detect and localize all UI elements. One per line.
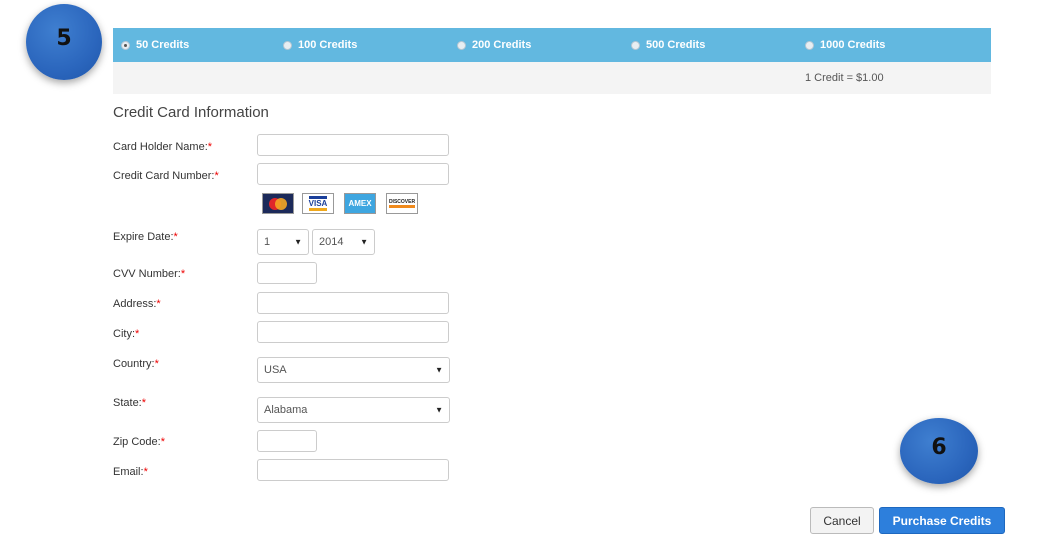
radio-500-credits[interactable] xyxy=(631,40,640,50)
chevron-down-icon: ▼ xyxy=(435,365,443,375)
card-holder-label: Card Holder Name:* xyxy=(113,141,212,153)
city-label-text: City: xyxy=(113,328,135,340)
card-number-label: Credit Card Number:* xyxy=(113,170,219,182)
state-label: State:* xyxy=(113,397,146,409)
expire-date-label: Expire Date:* xyxy=(113,231,178,243)
card-holder-label-text: Card Holder Name: xyxy=(113,141,208,153)
expire-date-label-text: Expire Date: xyxy=(113,231,174,243)
discover-text: DISCOVER xyxy=(388,199,416,208)
radio-100-credits[interactable] xyxy=(283,40,292,50)
address-input[interactable] xyxy=(257,292,449,314)
required-mark: * xyxy=(135,328,140,340)
zip-code-input[interactable] xyxy=(257,430,317,452)
credit-option-1000[interactable]: 1000 Credits xyxy=(805,28,885,62)
credit-option-100[interactable]: 100 Credits xyxy=(283,28,357,62)
discover-logo: DISCOVER xyxy=(386,193,418,214)
required-mark: * xyxy=(143,466,148,478)
email-label: Email:* xyxy=(113,466,148,478)
address-label: Address:* xyxy=(113,298,161,310)
expire-month-value: 1 xyxy=(264,236,271,248)
step-5-badge: 5 xyxy=(26,4,102,80)
radio-200-credits[interactable] xyxy=(457,40,466,50)
required-mark: * xyxy=(207,141,213,153)
credit-option-label: 200 Credits xyxy=(472,39,532,51)
required-mark: * xyxy=(173,231,178,243)
address-label-text: Address: xyxy=(113,298,157,310)
credit-rate-text: 1 Credit = $1.00 xyxy=(805,72,884,84)
required-mark: * xyxy=(180,268,186,280)
credit-option-label: 500 Credits xyxy=(646,39,706,51)
state-select[interactable]: Alabama ▼ xyxy=(257,397,450,423)
step-5-number: 5 xyxy=(56,25,72,51)
required-mark: * xyxy=(160,436,165,448)
radio-1000-credits[interactable] xyxy=(805,40,814,50)
credit-rate-row: 1 Credit = $1.00 xyxy=(113,62,991,94)
step-6-number: 6 xyxy=(931,434,947,460)
credit-option-label: 1000 Credits xyxy=(820,39,886,51)
credit-options-bar: 50 Credits 100 Credits 200 Credits 500 C… xyxy=(113,28,991,62)
card-holder-input[interactable] xyxy=(257,134,449,156)
credit-option-label: 50 Credits xyxy=(136,39,190,51)
city-label: City:* xyxy=(113,328,139,340)
required-mark: * xyxy=(156,298,161,310)
amex-text: AMEX xyxy=(348,199,372,208)
zip-code-label-text: Zip Code: xyxy=(113,436,161,448)
expire-year-value: 2014 xyxy=(319,236,344,248)
credit-option-200[interactable]: 200 Credits xyxy=(457,28,531,62)
credit-option-label: 100 Credits xyxy=(298,39,358,51)
purchase-credits-button[interactable]: Purchase Credits xyxy=(879,507,1005,534)
credit-option-500[interactable]: 500 Credits xyxy=(631,28,705,62)
country-value: USA xyxy=(264,364,287,376)
country-select[interactable]: USA ▼ xyxy=(257,357,450,383)
expire-year-select[interactable]: 2014 ▼ xyxy=(312,229,375,255)
zip-code-label: Zip Code:* xyxy=(113,436,165,448)
amex-logo: AMEX xyxy=(344,193,376,214)
credit-option-50[interactable]: 50 Credits xyxy=(121,28,189,62)
section-title: Credit Card Information xyxy=(113,104,269,121)
step-6-badge: 6 xyxy=(900,418,978,484)
state-value: Alabama xyxy=(264,404,308,416)
card-number-label-text: Credit Card Number: xyxy=(113,170,215,182)
state-label-text: State: xyxy=(113,397,142,409)
cvv-label: CVV Number:* xyxy=(113,268,185,280)
card-number-input[interactable] xyxy=(257,163,449,185)
expire-month-select[interactable]: 1 ▼ xyxy=(257,229,309,255)
purchase-credits-button-label: Purchase Credits xyxy=(892,513,992,528)
email-input[interactable] xyxy=(257,459,449,481)
required-mark: * xyxy=(141,397,147,409)
mastercard-logo xyxy=(262,193,294,214)
radio-50-credits[interactable] xyxy=(121,40,130,50)
chevron-down-icon: ▼ xyxy=(435,405,443,415)
visa-text: VISA xyxy=(308,196,328,211)
email-label-text: Email: xyxy=(113,466,144,478)
cancel-button-label: Cancel xyxy=(823,513,861,528)
cvv-input[interactable] xyxy=(257,262,317,284)
required-mark: * xyxy=(214,170,219,182)
chevron-down-icon: ▼ xyxy=(360,237,368,247)
country-label-text: Country: xyxy=(113,358,155,370)
visa-logo: VISA xyxy=(302,193,334,214)
mastercard-icon xyxy=(269,197,287,210)
city-input[interactable] xyxy=(257,321,449,343)
cvv-label-text: CVV Number: xyxy=(113,268,181,280)
chevron-down-icon: ▼ xyxy=(294,237,302,247)
cancel-button[interactable]: Cancel xyxy=(810,507,874,534)
required-mark: * xyxy=(154,358,159,370)
country-label: Country:* xyxy=(113,358,159,370)
